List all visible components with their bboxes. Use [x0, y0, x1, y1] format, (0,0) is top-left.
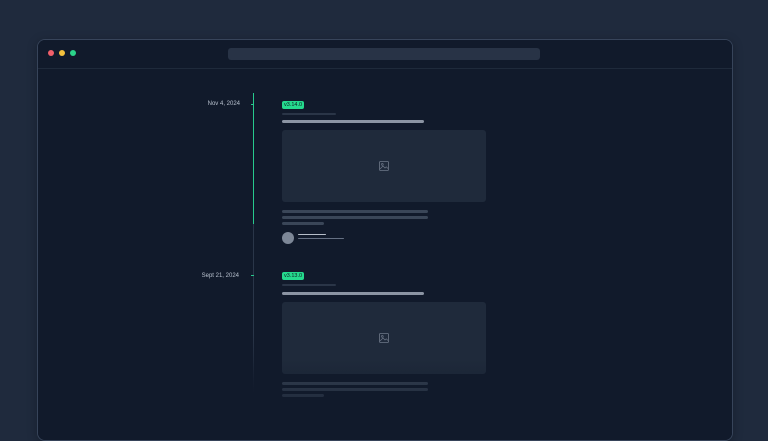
- author-avatar: [282, 232, 294, 244]
- timeline-marker: [251, 104, 254, 105]
- entry-date: Nov 4, 2024: [207, 101, 240, 107]
- minimize-window-button[interactable]: [59, 50, 65, 56]
- entry-subtitle-placeholder: [282, 113, 336, 115]
- address-bar[interactable]: [228, 48, 540, 60]
- entry-subtitle-placeholder: [282, 284, 336, 286]
- entry-date: Sept 21, 2024: [201, 273, 239, 279]
- changelog-content: Nov 4, 2024 v3.14.0 Sept 21, 2024 v3.13.…: [38, 69, 732, 440]
- author-role-placeholder: [298, 238, 344, 239]
- entry-title-placeholder: [282, 120, 424, 123]
- zoom-window-button[interactable]: [70, 50, 76, 56]
- image-icon: [379, 161, 389, 171]
- image-icon: [379, 333, 389, 343]
- entry-image-placeholder: [282, 130, 486, 202]
- author-name-placeholder: [298, 234, 326, 235]
- entry-text-line: [282, 382, 428, 385]
- entry-image-placeholder: [282, 302, 486, 374]
- version-badge: v3.14.0: [282, 101, 305, 109]
- close-window-button[interactable]: [48, 50, 54, 56]
- timeline-progress: [253, 93, 254, 224]
- entry-text-line: [282, 388, 428, 391]
- browser-window: Nov 4, 2024 v3.14.0 Sept 21, 2024 v3.13.…: [37, 39, 733, 441]
- entry-text-line: [282, 216, 428, 219]
- entry-text-line: [282, 222, 324, 225]
- entry-title-placeholder: [282, 292, 424, 295]
- version-badge: v3.13.0: [282, 272, 305, 280]
- timeline-marker: [251, 275, 254, 276]
- entry-text-line: [282, 394, 324, 397]
- entry-text-line: [282, 210, 428, 213]
- window-titlebar: [38, 40, 732, 69]
